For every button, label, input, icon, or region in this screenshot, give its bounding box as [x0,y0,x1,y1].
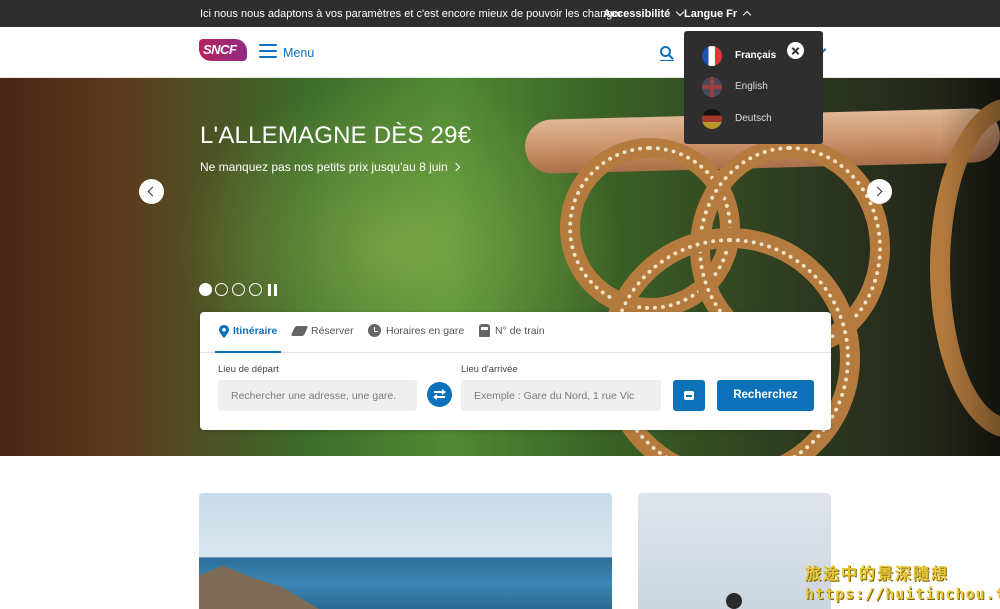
site-header: SNCF Menu [0,27,1000,78]
promo-card-sea[interactable] [199,493,612,609]
tab-label: Itinéraire [233,325,278,337]
accessibility-dropdown[interactable]: Accessibilité [603,7,685,20]
watermark-url: https://huitinchou.tw [805,585,1000,603]
carousel-dot-1[interactable] [199,283,212,296]
booking-panel: Itinéraire Réserver Horaires en gare N° … [200,312,831,430]
language-dropdown[interactable]: Langue Fr [684,8,752,20]
clock-icon [368,324,381,337]
train-icon [479,324,490,337]
calendar-button[interactable] [673,380,705,411]
pin-icon [219,325,229,338]
tab-label: N° de train [495,325,545,337]
search-icon[interactable] [659,45,675,61]
arrival-label: Lieu d'arrivée [461,364,518,375]
language-name: Français [735,50,777,61]
top-bar: Ici nous nous adaptons à vos paramètres … [0,0,1000,27]
preferences-message: Ici nous nous adaptons à vos paramètres … [200,8,623,20]
close-icon[interactable] [787,42,804,59]
rock-decoration [199,565,319,609]
booking-tabs: Itinéraire Réserver Horaires en gare N° … [200,312,831,353]
tab-itineraire[interactable]: Itinéraire [219,325,278,338]
swap-stations-button[interactable] [427,382,452,407]
tab-horaires[interactable]: Horaires en gare [368,324,465,337]
ticket-icon [290,326,309,336]
departure-input[interactable] [218,380,417,411]
language-label: Langue Fr [684,8,738,20]
shadow-decoration [940,78,1000,456]
carousel-dot-4[interactable] [249,283,262,296]
hero-title: L'ALLEMAGNE DÈS 29€ [200,122,472,149]
french-flag-icon [702,46,722,66]
person-silhouette [726,593,742,609]
hero-subtitle-link[interactable]: Ne manquez pas nos petits prix jusqu'au … [200,160,461,174]
language-menu: Français English Deutsch [684,31,823,144]
language-name: Deutsch [735,113,772,124]
pause-icon[interactable] [268,284,278,297]
watermark-title: 旅途中的景深隨想 [805,566,950,583]
uk-flag-icon [702,77,722,97]
carousel-dot-3[interactable] [232,283,245,296]
tab-reserver[interactable]: Réserver [290,325,354,337]
chevron-right-icon [451,162,461,172]
carousel-prev-button[interactable] [139,179,164,204]
chevron-up-icon [742,10,752,20]
tab-numero-train[interactable]: N° de train [479,324,545,337]
german-flag-icon [702,109,722,129]
language-option-deutsch[interactable]: Deutsch [702,109,812,129]
promo-card-person[interactable] [638,493,831,609]
active-tab-indicator [215,351,281,353]
menu-button[interactable]: Menu [283,46,314,60]
language-name: English [735,81,768,92]
carousel-dot-2[interactable] [215,283,228,296]
search-button[interactable]: Recherchez [717,380,814,411]
sncf-logo[interactable]: SNCF [199,39,247,61]
accessibility-label: Accessibilité [603,8,671,20]
carousel-next-button[interactable] [867,179,892,204]
tab-label: Horaires en gare [386,325,465,337]
hero-subtitle: Ne manquez pas nos petits prix jusqu'au … [200,160,448,174]
tab-label: Réserver [311,325,354,337]
departure-label: Lieu de départ [218,364,279,375]
language-option-english[interactable]: English [702,77,812,97]
arrival-input[interactable] [461,380,661,411]
hamburger-menu-icon[interactable] [259,44,277,58]
logo-text: SNCF [203,42,237,57]
